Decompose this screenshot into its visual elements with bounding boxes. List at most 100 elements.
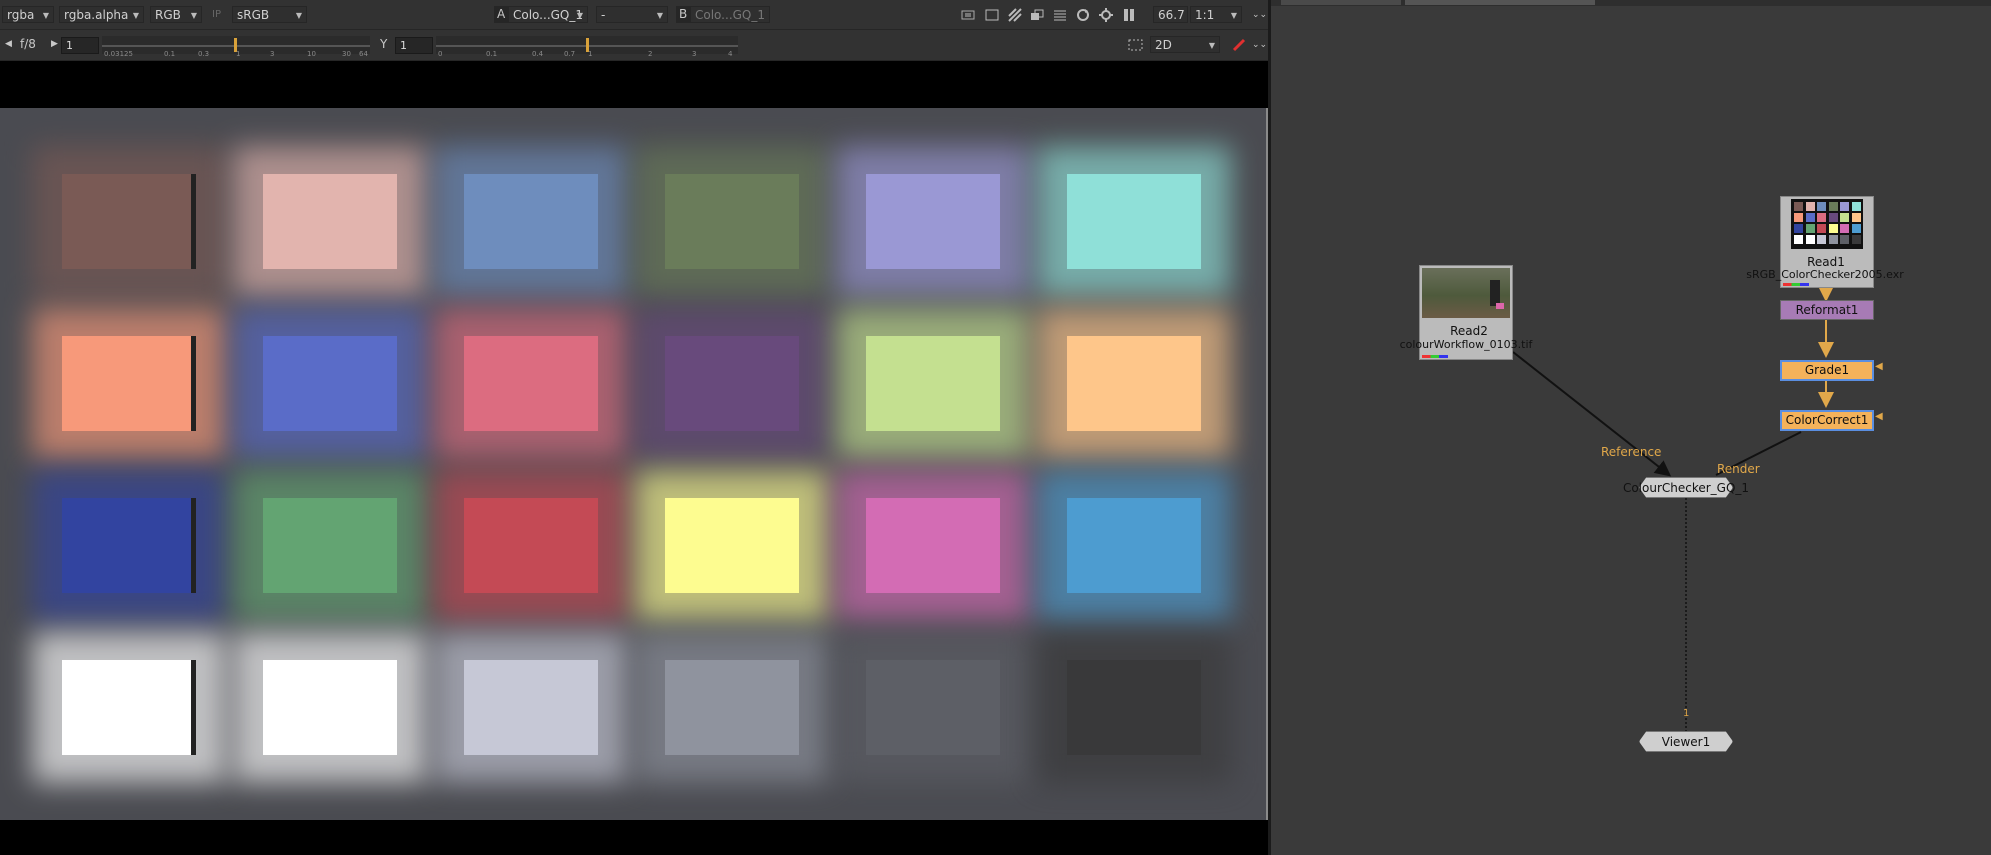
refresh-icon[interactable] xyxy=(1076,8,1090,22)
display-channels-value: RGB xyxy=(155,8,181,22)
chart-patch xyxy=(1067,498,1201,593)
chart-patch xyxy=(665,660,799,755)
display-channels-dropdown[interactable]: RGB ▼ xyxy=(150,6,202,23)
thumbnail-swatch xyxy=(1805,235,1815,244)
chevron-down-icon: ▼ xyxy=(190,11,197,20)
chart-patch xyxy=(263,660,397,755)
node-connections xyxy=(1512,286,1834,732)
chart-patch xyxy=(866,336,1000,431)
thumbnail-swatch xyxy=(1851,202,1861,211)
view-mode-dropdown[interactable]: 2D ▼ xyxy=(1150,36,1220,53)
zoom-value: 66.7 xyxy=(1158,8,1185,22)
thumbnail-swatch xyxy=(1794,235,1803,244)
thumbnail-swatch xyxy=(1794,224,1803,233)
reformat1-node[interactable]: Reformat1 xyxy=(1780,300,1874,320)
viewer-input-number: 1 xyxy=(1683,708,1690,719)
gain-slider[interactable]: 0.03125 0.1 0.3 1 3 10 30 64 xyxy=(102,36,370,58)
paint-icon[interactable] xyxy=(1232,38,1246,52)
gamma-label: Y xyxy=(380,37,388,51)
read1-name: Read1 xyxy=(1807,255,1845,269)
gain-tick: 64 xyxy=(359,50,368,58)
thumbnail-swatch xyxy=(1805,213,1815,222)
thumbnail-swatch xyxy=(1805,224,1815,233)
thumbnail-swatch xyxy=(1817,202,1826,211)
chart-patch xyxy=(866,498,1000,593)
chart-patch xyxy=(62,498,196,593)
chart-patch xyxy=(665,498,799,593)
chart-patch xyxy=(464,498,598,593)
pause-icon[interactable] xyxy=(1122,8,1136,22)
gain-tick: 3 xyxy=(270,50,275,58)
channels-dropdown[interactable]: rgba ▼ xyxy=(2,6,54,23)
chevron-down-icon: ▼ xyxy=(132,11,139,20)
thumbnail-swatch xyxy=(1840,213,1849,222)
chart-patch xyxy=(263,174,397,269)
gamma-tick: 4 xyxy=(728,50,733,58)
thumbnail-swatch xyxy=(1817,235,1826,244)
chart-patch-edge xyxy=(191,498,196,593)
reformat1-label: Reformat1 xyxy=(1795,303,1859,317)
zoom-dropdown[interactable]: 66.7 xyxy=(1153,6,1188,23)
ratio-value: 1:1 xyxy=(1195,8,1215,22)
chevron-down-icon: ▼ xyxy=(1208,41,1215,50)
input-b-label: B xyxy=(676,6,691,23)
viewer-image[interactable] xyxy=(0,108,1266,820)
expand-chevron-icon[interactable]: ⌄⌄ xyxy=(1252,37,1267,54)
chart-patch xyxy=(62,336,196,431)
gain-tick: 0.1 xyxy=(164,50,176,58)
gamma-tick: 0 xyxy=(438,50,443,58)
roi-select-icon[interactable] xyxy=(1128,38,1143,52)
gain-tick: 1 xyxy=(236,50,241,58)
gain-tick: 30 xyxy=(342,50,351,58)
gain-input[interactable]: 1 xyxy=(61,37,99,54)
ratio-dropdown[interactable]: 1:1 ▼ xyxy=(1190,6,1242,23)
colorcorrect1-mask-arrow-icon: ◀ xyxy=(1875,411,1883,422)
chart-patch xyxy=(464,336,598,431)
lut-value: sRGB xyxy=(237,8,270,22)
colorcorrect1-node[interactable]: ColorCorrect1 xyxy=(1780,410,1874,431)
chevron-down-icon: ▼ xyxy=(576,11,583,20)
read1-file: sRGB_ColorChecker2005.exr xyxy=(1746,268,1904,281)
grade1-node[interactable]: Grade1 xyxy=(1780,360,1874,381)
viewer-toolbar-bottom: ◀ f/8 ▶ 1 0.03125 0.1 0.3 1 3 10 30 64 Y… xyxy=(0,30,1268,61)
gear-icon[interactable] xyxy=(1099,8,1113,22)
roi-icon[interactable] xyxy=(961,8,975,22)
read2-file: colourWorkflow_0103.tif xyxy=(1399,338,1533,351)
zebra-icon[interactable] xyxy=(1008,8,1022,22)
node-graph-panel[interactable]: Read2 colourWorkflow_0103.tif Read1 sRGB… xyxy=(1271,0,1991,855)
lut-dropdown[interactable]: sRGB ▼ xyxy=(232,6,307,23)
viewer-panel: rgba ▼ rgba.alpha ▼ RGB ▼ IP sRGB ▼ A Colo..… xyxy=(0,0,1268,855)
chevron-down-icon: ▼ xyxy=(295,11,302,20)
grade1-mask-arrow-icon: ◀ xyxy=(1875,361,1883,372)
chart-patch xyxy=(866,660,1000,755)
expand-chevron-icon[interactable]: ⌄⌄ xyxy=(1252,7,1267,24)
gamma-tick: 3 xyxy=(692,50,697,58)
input-a-value: Colo...GQ_1 xyxy=(513,8,584,22)
input-a-dropdown[interactable]: Colo...GQ_1 ▼ xyxy=(508,6,588,23)
gain-tick: 0.3 xyxy=(198,50,210,58)
gamma-slider[interactable]: 0 0.1 0.4 0.7 1 2 3 4 xyxy=(436,36,738,58)
alpha-channel-value: rgba.alpha xyxy=(64,8,129,22)
blend-mode-dropdown[interactable]: - ▼ xyxy=(596,6,668,23)
channel-indicator xyxy=(1783,283,1809,286)
read2-name: Read2 xyxy=(1450,324,1488,338)
gain-left-arrow-icon[interactable]: ◀ xyxy=(5,36,12,53)
chart-patch xyxy=(62,174,196,269)
gamma-input[interactable]: 1 xyxy=(395,37,433,54)
thumbnail-swatch xyxy=(1851,213,1861,222)
gain-right-arrow-icon[interactable]: ▶ xyxy=(51,36,58,53)
frame-icon[interactable] xyxy=(985,8,999,22)
chart-patch xyxy=(263,336,397,431)
ip-button[interactable]: IP xyxy=(212,6,221,23)
histogram-icon[interactable] xyxy=(1053,8,1067,22)
wipe-icon[interactable] xyxy=(1030,8,1044,22)
input-b-dropdown[interactable]: Colo...GQ_1 xyxy=(690,6,770,23)
gamma-tick: 0.7 xyxy=(564,50,576,58)
chart-patch xyxy=(1067,174,1201,269)
chart-patch xyxy=(1067,336,1201,431)
alpha-channel-dropdown[interactable]: rgba.alpha ▼ xyxy=(59,6,144,23)
gamma-tick: 2 xyxy=(648,50,653,58)
viewer1-node[interactable]: Viewer1 xyxy=(1639,731,1733,752)
read1-thumbnail xyxy=(1791,199,1863,249)
thumbnail-swatch xyxy=(1828,213,1838,222)
